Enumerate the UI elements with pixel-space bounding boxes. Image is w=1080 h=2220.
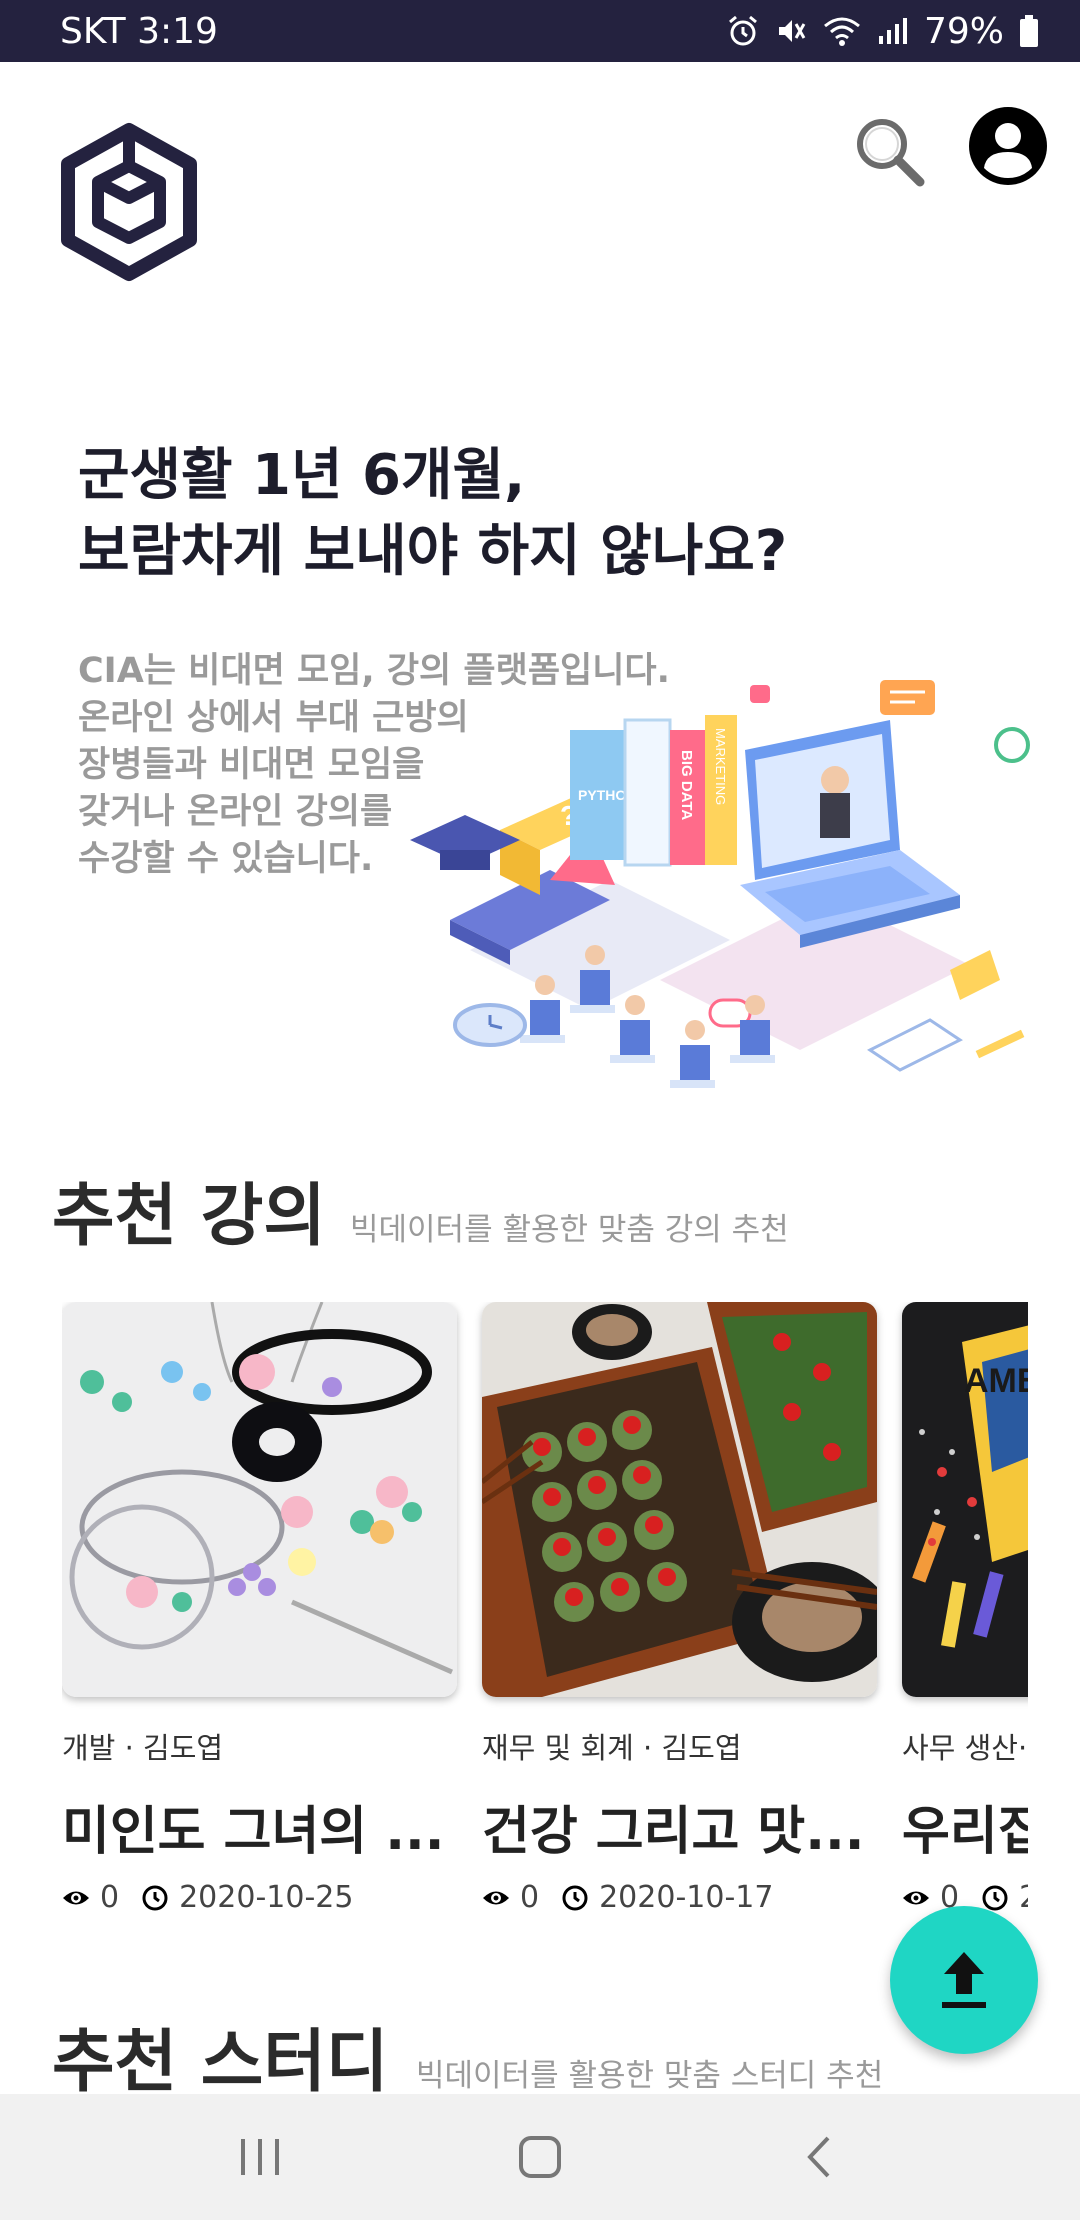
lecture-meta: 사무 생산· bbox=[902, 1731, 1028, 1765]
lecture-title[interactable]: 미인도 그녀의 ... bbox=[62, 1789, 457, 1864]
studies-section-subtitle: 빅데이터를 활용한 맞춤 스터디 추천 bbox=[416, 2058, 884, 2094]
hero-title-line2: 보람차게 보내야 하지 않나요? bbox=[78, 519, 788, 584]
lecture-stats: 0 2020-10-25 bbox=[62, 1880, 457, 1912]
lecture-title[interactable]: 건강 그리고 맛... bbox=[482, 1789, 877, 1864]
app-logo[interactable] bbox=[58, 122, 200, 282]
clock-icon bbox=[562, 1885, 588, 1910]
status-icons: 79% bbox=[726, 11, 1040, 52]
lecture-meta: 개발 · 김도엽 bbox=[62, 1731, 224, 1765]
eye-icon bbox=[63, 1891, 89, 1904]
lecture-title[interactable]: 우리집 bbox=[902, 1789, 1028, 1864]
upload-arrow-icon bbox=[942, 1952, 986, 2008]
book-marketing-label: MARKETING bbox=[713, 728, 728, 805]
lecture-meta: 재무 및 회계 · 김도엽 bbox=[482, 1731, 742, 1765]
eye-icon bbox=[903, 1891, 929, 1904]
search-icon[interactable] bbox=[850, 112, 930, 192]
view-count: 0 bbox=[520, 1880, 540, 1912]
lecture-card[interactable]: 재무 및 회계 · 김도엽 건강 그리고 맛... 0 2020-10-17 bbox=[482, 1302, 877, 1912]
carrier-time: SKT 3:19 bbox=[60, 10, 218, 52]
battery-icon bbox=[1020, 15, 1038, 47]
status-bar: SKT 3:19 79% bbox=[0, 0, 1080, 62]
eye-icon bbox=[483, 1891, 509, 1904]
view-count: 0 bbox=[100, 1880, 120, 1912]
lecture-thumbnail[interactable]: AMB bbox=[902, 1302, 1028, 1697]
clock-icon bbox=[142, 1885, 168, 1910]
profile-icon[interactable] bbox=[968, 106, 1048, 186]
back-icon bbox=[807, 2136, 830, 2178]
thumb-text: AMB bbox=[964, 1362, 1028, 1400]
battery-text: 79% bbox=[923, 10, 1004, 52]
signal-icon bbox=[878, 18, 907, 44]
lecture-date: 2 bbox=[1019, 1880, 1028, 1912]
lecture-stats: 0 2020-10-17 bbox=[482, 1880, 877, 1912]
lecture-date: 2020-10-17 bbox=[599, 1880, 774, 1912]
lecture-thumbnail[interactable] bbox=[62, 1302, 457, 1697]
recents-icon bbox=[241, 2139, 279, 2175]
mute-icon bbox=[778, 20, 806, 42]
lecture-date: 2020-10-25 bbox=[179, 1880, 354, 1912]
upload-fab-button[interactable] bbox=[890, 1906, 1038, 2054]
recents-button[interactable] bbox=[220, 2117, 300, 2197]
lecture-thumbnail[interactable] bbox=[482, 1302, 877, 1697]
lectures-section-title: 추천 강의 bbox=[52, 1177, 326, 1256]
online-lecture-illustration: ? PYTHON A-Z BIG DATA MARKETING bbox=[410, 680, 1030, 1088]
system-nav-bar bbox=[0, 2094, 1080, 2220]
wifi-icon bbox=[824, 17, 860, 46]
lecture-card[interactable]: AMB 사무 생산· 우리집 0 2 bbox=[902, 1302, 1028, 1912]
studies-section-title: 추천 스터디 bbox=[52, 2023, 389, 2102]
alarm-icon bbox=[729, 15, 757, 46]
home-button[interactable] bbox=[500, 2117, 580, 2197]
lectures-section-subtitle: 빅데이터를 활용한 맞춤 강의 추천 bbox=[350, 1212, 789, 1248]
hero-title: 군생활 1년 6개월, 보람차게 보내야 하지 않나요? bbox=[78, 438, 978, 590]
home-icon bbox=[519, 2136, 561, 2178]
lecture-card[interactable]: 개발 · 김도엽 미인도 그녀의 ... 0 2020-10-25 bbox=[62, 1302, 457, 1912]
clock-icon bbox=[982, 1885, 1008, 1910]
lecture-carousel[interactable]: 개발 · 김도엽 미인도 그녀의 ... 0 2020-10-25 재무 및 회… bbox=[62, 1302, 1028, 1912]
back-button[interactable] bbox=[780, 2117, 860, 2197]
book-bigdata-label: BIG DATA bbox=[678, 750, 695, 820]
hero-title-line1: 군생활 1년 6개월, bbox=[78, 443, 526, 508]
